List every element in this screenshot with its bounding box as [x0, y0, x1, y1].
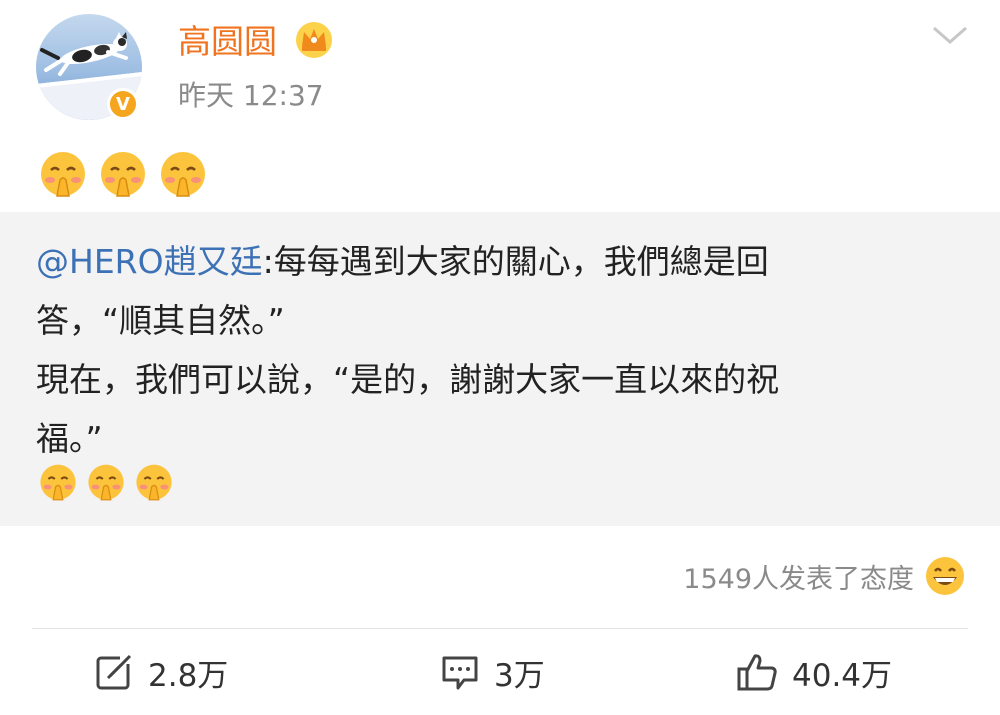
share-edit-icon — [96, 654, 132, 690]
praying-face-emoji — [40, 464, 76, 501]
praying-face-emoji — [136, 464, 172, 501]
post-header: V 高圆圆 昨天 12:37 — [0, 0, 1000, 130]
praying-face-emoji — [88, 464, 124, 501]
comment-button[interactable]: 3万 — [440, 648, 545, 696]
divider — [32, 628, 968, 629]
praying-face-emoji — [101, 152, 145, 197]
crown-icon[interactable] — [294, 20, 334, 60]
like-count: 40.4万 — [792, 657, 893, 694]
post-emoji-row — [38, 150, 208, 200]
chevron-down-icon[interactable] — [930, 20, 970, 50]
like-button[interactable]: 40.4万 — [736, 648, 892, 696]
thumbs-up-icon — [737, 654, 777, 691]
username[interactable]: 高圆圆 — [178, 20, 277, 64]
post-time: 昨天 12:37 — [178, 79, 324, 112]
praying-face-emoji — [41, 152, 85, 197]
verified-badge: V — [107, 88, 139, 120]
reactions-text: 1549人发表了态度 — [683, 563, 914, 595]
repost-button[interactable]: 2.8万 — [94, 648, 228, 696]
comment-icon — [442, 656, 478, 690]
comment-count: 3万 — [494, 657, 545, 694]
repost-text: @HERO趙又廷:每每遇到大家的關心，我們總是回 答，“順其自然。” 現在，我們… — [36, 232, 936, 468]
praying-face-emoji — [161, 152, 205, 197]
mention-link[interactable]: @HERO趙又廷 — [36, 242, 263, 281]
reactions-summary[interactable]: 1549人发表了态度 — [683, 552, 966, 600]
repost-emoji-row — [38, 463, 174, 503]
grinning-face-emoji — [926, 557, 964, 595]
repost-count: 2.8万 — [148, 657, 229, 694]
